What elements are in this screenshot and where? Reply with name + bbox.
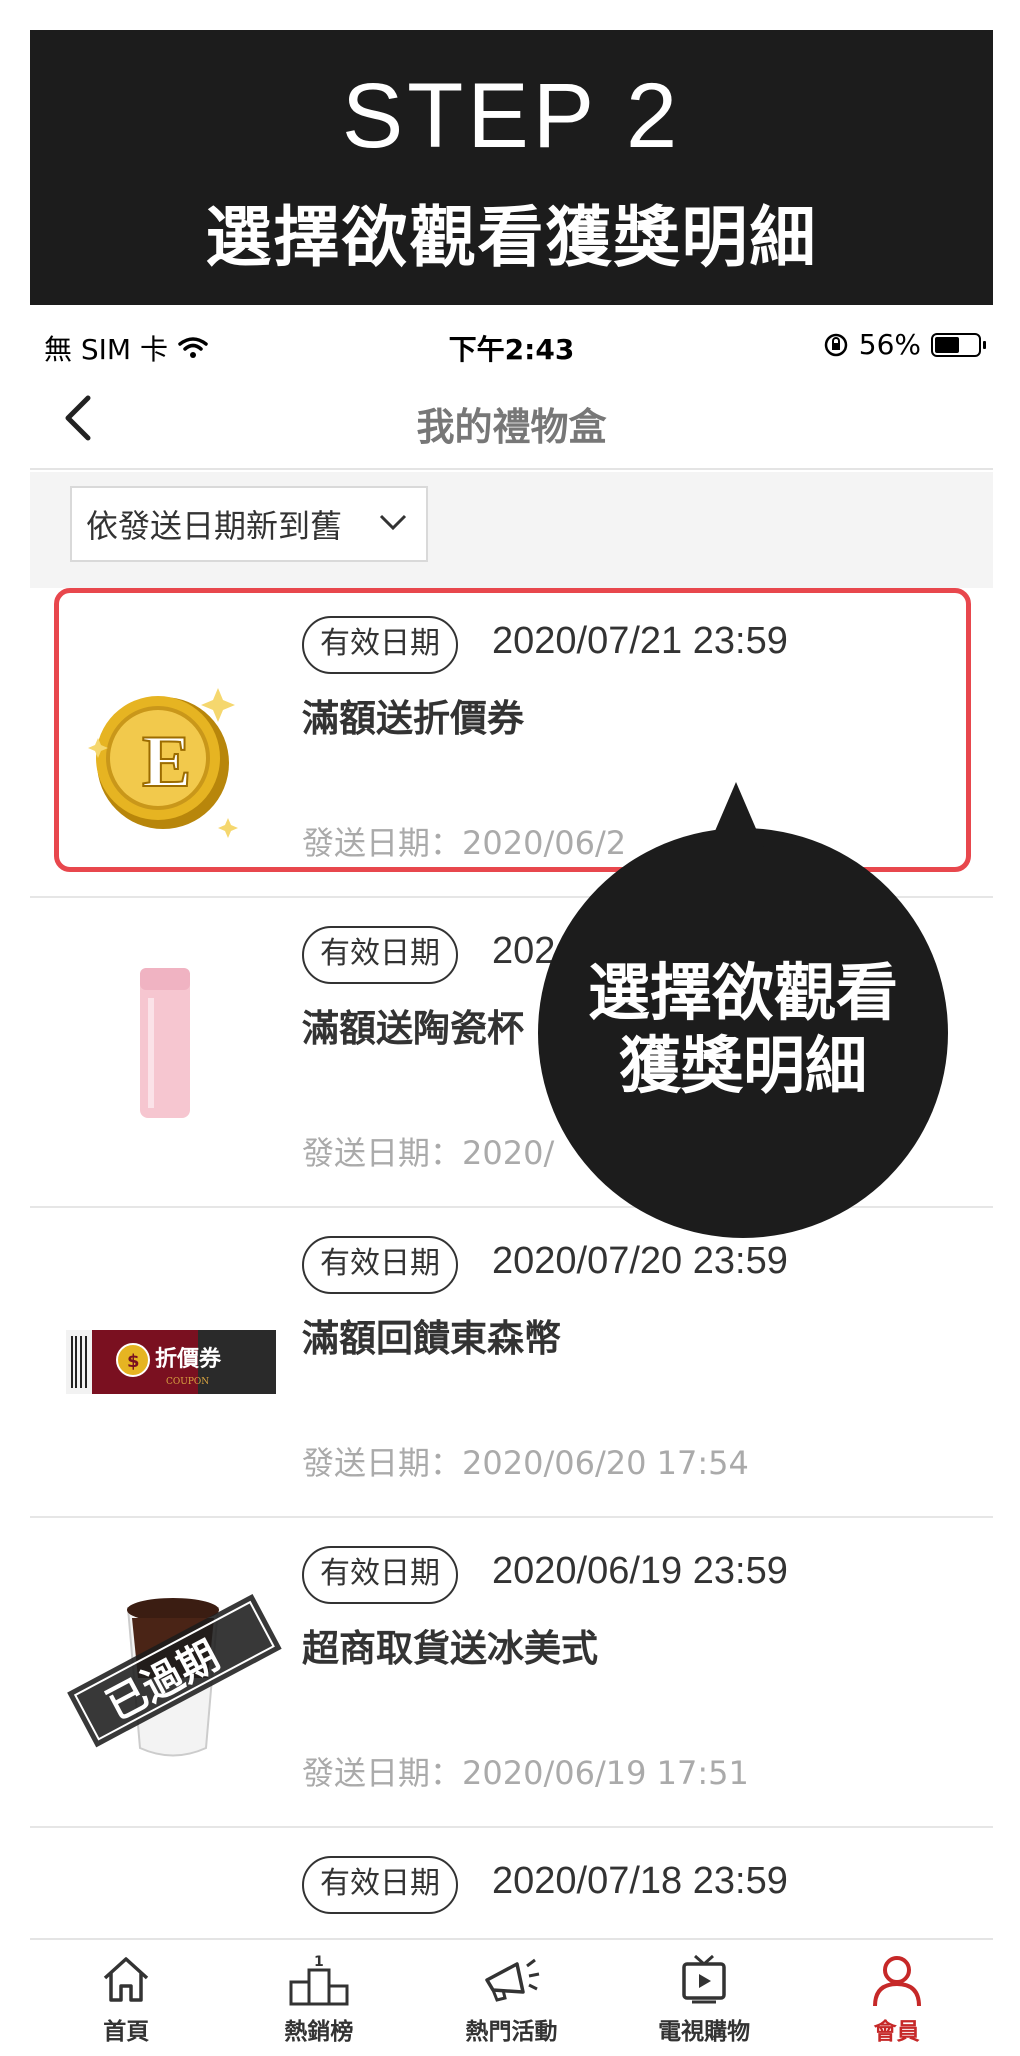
callout-line-1: 選擇欲觀看: [587, 956, 898, 1029]
iced-coffee-expired-image: 已過期: [67, 1593, 282, 1757]
sent-date: 發送日期：2020/: [302, 1134, 555, 1172]
tv-icon: [682, 1954, 726, 2004]
bottom-tab-bar: 首頁 1 熱銷榜 熱門活動 電視購物 會員: [30, 1938, 993, 2056]
gift-name: 滿額回饋東森幣: [302, 1317, 561, 1360]
expiry-date: 2020/07/18 23:59: [492, 1860, 788, 1902]
valid-date-badge: 有效日期: [302, 1856, 458, 1914]
banner-step: STEP 2: [341, 65, 682, 167]
callout-bubble: 選擇欲觀看 獲獎明細: [538, 782, 948, 1238]
expiry-date: 2020/06/19 23:59: [492, 1550, 788, 1592]
chevron-down-icon: [379, 514, 407, 531]
instruction-banner: STEP 2 選擇欲觀看獲獎明細: [30, 30, 993, 305]
svg-text:$: $: [127, 1351, 140, 1372]
tab-member[interactable]: 會員: [800, 1940, 993, 2056]
tab-events[interactable]: 熱門活動: [415, 1940, 608, 2056]
callout-pointer: [706, 782, 766, 852]
home-icon: [104, 1957, 149, 2002]
valid-date-badge: 有效日期: [302, 1546, 458, 1604]
sort-dropdown[interactable]: 依發送日期新到舊: [70, 486, 428, 562]
gift-name: 超商取貨送冰美式: [302, 1627, 598, 1670]
tab-label: 電視購物: [658, 2019, 751, 2045]
selection-highlight: [54, 588, 971, 872]
expiry-date: 2020/07/20 23:59: [492, 1240, 788, 1282]
coupon-thumb-text: 折價券: [155, 1346, 222, 1372]
pink-bottle-image: [140, 968, 190, 1118]
nav-bar: 我的禮物盒: [30, 370, 993, 470]
valid-date-badge: 有效日期: [302, 926, 458, 984]
podium-badge: 1: [314, 1954, 324, 1970]
tab-label: 首頁: [103, 2019, 150, 2045]
battery-percent: 56%: [858, 328, 921, 361]
tab-label: 熱門活動: [465, 2019, 558, 2045]
tab-bestsellers[interactable]: 1 熱銷榜: [223, 1940, 416, 2056]
podium-icon: 1: [289, 1954, 349, 2006]
sort-value: 依發送日期新到舊: [86, 507, 343, 545]
status-bar: 無 SIM 卡 下午2:43 56%: [30, 318, 993, 368]
battery-icon: [931, 332, 986, 357]
tab-tv-shopping[interactable]: 電視購物: [608, 1940, 801, 2056]
tab-home[interactable]: 首頁: [30, 1940, 223, 2056]
filter-bar: 依發送日期新到舊: [30, 472, 993, 588]
tab-label: 會員: [873, 2019, 920, 2045]
gift-item[interactable]: $ 折價券 COUPON 有效日期 2020/07/20 23:59 滿額回饋東…: [30, 1208, 993, 1518]
sent-date: 發送日期：2020/06/19 17:51: [302, 1754, 749, 1792]
sent-date: 發送日期：2020/06/20 17:54: [302, 1444, 749, 1482]
coupon-ticket-image: $ 折價券 COUPON: [66, 1330, 276, 1394]
user-icon: [872, 1956, 921, 2007]
tab-label: 熱銷榜: [284, 2019, 354, 2045]
callout-line-2: 獲獎明細: [618, 1029, 867, 1103]
coupon-thumb-sub: COUPON: [166, 1377, 209, 1387]
megaphone-icon: [485, 1958, 540, 2002]
valid-date-badge: 有效日期: [302, 1236, 458, 1294]
rotation-lock-icon: [824, 333, 848, 356]
page-title: 我的禮物盒: [416, 405, 607, 449]
banner-subtitle: 選擇欲觀看獲獎明細: [205, 199, 818, 276]
gift-name: 滿額送陶瓷杯: [302, 1007, 524, 1050]
gift-item[interactable]: 已過期 有效日期 2020/06/19 23:59 超商取貨送冰美式 發送日期：…: [30, 1518, 993, 1828]
